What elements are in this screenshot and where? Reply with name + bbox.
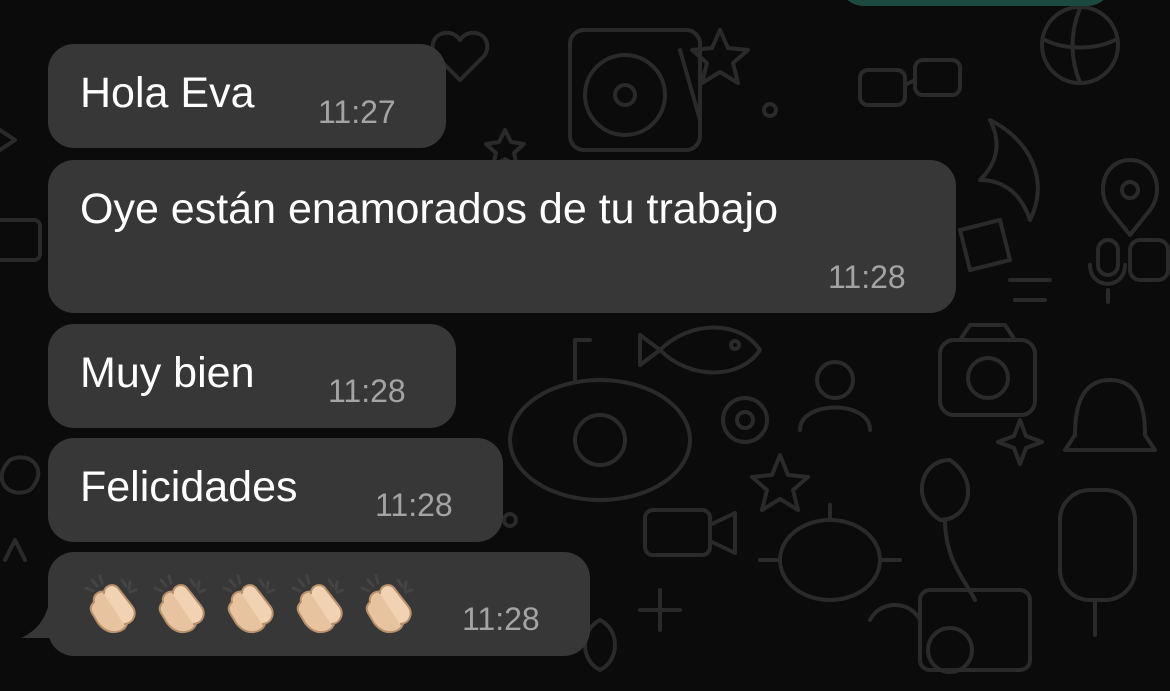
message-bubble[interactable]: Oye están enamorados de tu trabajo 11:28 [48, 160, 956, 313]
outgoing-message-bubble-partial[interactable] [838, 0, 1113, 6]
popsicle-doodle [1058, 488, 1137, 602]
message-bubble[interactable]: Felicidades 11:28 [48, 438, 503, 542]
message-timestamp: 11:27 [318, 94, 396, 130]
mic-doodle [1096, 238, 1120, 277]
clapping-hands-icon [153, 574, 207, 634]
clapping-hands-icon [360, 574, 414, 634]
arrow-doodle [0, 128, 17, 152]
message-bubble[interactable]: Hola Eva 11:27 [48, 44, 446, 148]
glasses-doodle [858, 68, 907, 107]
message-timestamp: 11:28 [328, 373, 406, 409]
video-doodle [643, 508, 712, 557]
message-timestamp: 11:28 [462, 601, 540, 637]
turtle-doodle [778, 518, 882, 602]
bell-doodle [1063, 378, 1157, 452]
clapping-hands-icon [84, 574, 138, 634]
message-text: Felicidades [80, 463, 298, 511]
message-timestamp: 11:28 [828, 259, 906, 295]
gear-doodle [721, 396, 769, 444]
message-timestamp: 11:28 [375, 487, 453, 523]
message-text: Oye están enamorados de tu trabajo [80, 185, 778, 233]
camera-doodle [938, 338, 1037, 417]
message-text: Hola Eva [80, 69, 255, 117]
message-text: Muy bien [80, 349, 255, 397]
plant-doodle [920, 458, 977, 602]
people-doodle [815, 360, 855, 400]
clapping-hands-icon [291, 574, 345, 634]
message-bubble[interactable]: Muy bien 11:28 [48, 324, 456, 428]
fish-doodle [638, 325, 762, 375]
submarine-doodle [508, 378, 692, 502]
clapping-hands-icon [222, 574, 276, 634]
